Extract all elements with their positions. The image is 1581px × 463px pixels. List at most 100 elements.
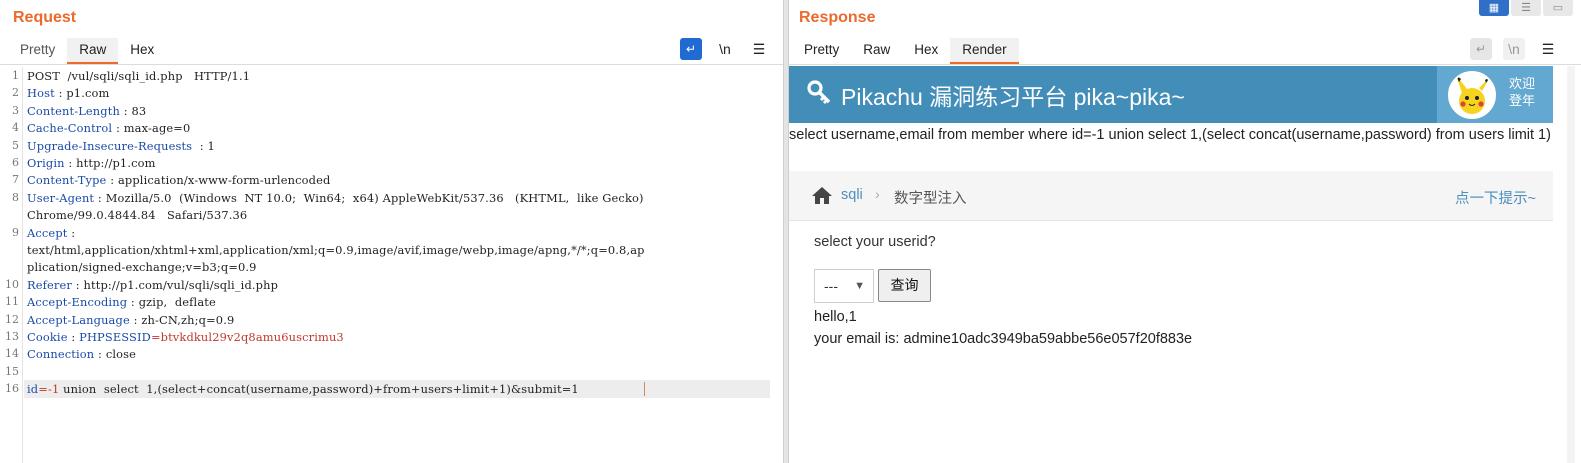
render-scrollbar[interactable] [1567, 66, 1575, 463]
tabs-divider [789, 64, 1581, 65]
request-line: Referer : http://p1.com/vul/sqli/sqli_id… [27, 278, 278, 292]
header-name: Referer [27, 277, 72, 292]
header-separator: : [54, 86, 67, 101]
header-separator: : [129, 312, 142, 327]
request-editor[interactable]: 1 2 3 4 5 6 7 8 9 10 11 12 13 14 15 16 POST /vul/sqli/s… [0, 67, 781, 463]
userid-question: select your userid? [814, 234, 936, 250]
header-name: Content-Type [27, 173, 107, 188]
header-separator: : [67, 330, 80, 344]
breadcrumb-current: 数字型注入 [894, 191, 967, 207]
request-tab-raw[interactable]: Raw [67, 38, 119, 64]
line-text: gzip, deflate [138, 295, 216, 310]
response-tab-hex[interactable]: Hex [902, 38, 950, 64]
site-title[interactable]: Pikachu 漏洞练习平台 pika~pika~ [841, 78, 1185, 112]
header-separator: : [192, 138, 208, 153]
line-number: 4 [12, 121, 19, 135]
rendered-page: Pikachu 漏洞练习平台 pika~pika~ 欢迎 登年 select u… [789, 66, 1555, 463]
header-name: Cache-Control [27, 121, 113, 136]
line-text: text/html,application/xhtml+xml,applicat… [27, 243, 645, 257]
show-newlines-icon[interactable]: \n [1503, 38, 1525, 60]
menu-icon[interactable]: ☰ [1537, 38, 1559, 60]
header-name: User-Agent [27, 190, 95, 205]
header-separator: : [94, 190, 106, 205]
response-pane: Response ▦ ☰ ▭ Pretty Raw Hex Render ↵ \… [789, 0, 1581, 463]
burp-repeater-view: Request Pretty Raw Hex ↵ \n ☰ 1234567891… [0, 0, 1581, 463]
line-text: plication/signed-exchange;v=b3;q=0.9 [27, 260, 257, 275]
line-number: 11 [5, 295, 19, 309]
line-text: union select 1,(select+concat(username,p… [59, 382, 579, 397]
request-line: plication/signed-exchange;v=b3;q=0.9 [27, 260, 257, 274]
header-name: Cookie [27, 330, 68, 344]
word-wrap-icon[interactable]: ↵ [1470, 38, 1492, 60]
show-newlines-icon[interactable]: \n [714, 38, 736, 60]
header-separator: : [127, 295, 139, 310]
request-tab-pretty[interactable]: Pretty [8, 38, 67, 64]
header-separator: : [112, 121, 124, 136]
header-name: Upgrade-Insecure-Requests [27, 138, 193, 153]
line-number: 13 [5, 330, 19, 343]
header-separator: : [64, 156, 77, 170]
request-line: Cookie : PHPSESSID=btvkdkul29v2q8amu6usc… [27, 330, 344, 344]
menu-icon[interactable]: ☰ [748, 38, 770, 60]
response-tabs: Pretty Raw Hex Render [792, 38, 1019, 64]
request-line: text/html,application/xhtml+xml,applicat… [27, 243, 645, 257]
line-text: Mozilla/5.0 (Windows NT 10.0; Win64; x64… [105, 190, 644, 205]
request-line: Origin : http://p1.com [27, 156, 156, 170]
response-tab-pretty[interactable]: Pretty [792, 38, 851, 64]
line-number: 7 [12, 173, 19, 187]
line-text: application/x-www-form-urlencoded [117, 173, 331, 188]
line-number: 6 [12, 156, 19, 169]
header-separator: : [71, 277, 84, 292]
horizontal-layout-icon[interactable]: ☰ [1511, 0, 1541, 16]
word-wrap-icon[interactable]: ↵ [680, 38, 702, 60]
request-tab-hex[interactable]: Hex [118, 38, 166, 64]
line-number: 16 [5, 382, 19, 396]
response-tab-render[interactable]: Render [950, 38, 1019, 64]
header-name: Accept [27, 225, 68, 240]
line-number: 2 [12, 86, 19, 100]
vertical-layout-icon[interactable]: ▭ [1543, 0, 1573, 16]
breadcrumb-separator: › [875, 186, 880, 202]
request-tabs: Pretty Raw Hex [8, 38, 166, 64]
layout-toggle: ▦ ☰ ▭ [1479, 0, 1573, 16]
request-line: id=-1 union select 1,(select+concat(user… [27, 382, 579, 396]
sql-query-echo: select username,email from member where … [789, 127, 1551, 143]
hint-link[interactable]: 点一下提示~ [1455, 187, 1536, 208]
header-name: id [27, 382, 39, 397]
line-text: zh-CN,zh;q=0.9 [141, 312, 235, 327]
request-line: Cache-Control : max-age=0 [27, 121, 190, 135]
request-pane: Request Pretty Raw Hex ↵ \n ☰ 1234567891… [0, 0, 783, 463]
line-number: 1 [12, 69, 19, 82]
line-text: 83 [131, 103, 147, 118]
avatar [1448, 71, 1496, 119]
tabs-divider [0, 64, 783, 65]
request-line: Content-Length : 83 [27, 104, 146, 118]
request-line: Accept-Language : zh-CN,zh;q=0.9 [27, 313, 234, 327]
header-name: Origin [27, 156, 65, 170]
query-button[interactable]: 查询 [878, 269, 931, 302]
request-line: Host : p1.com [27, 86, 109, 100]
userid-select[interactable]: --- ▼ [814, 269, 874, 303]
user-menu[interactable]: 欢迎 登年 [1437, 66, 1553, 123]
line-text: http://p1.com/vul/sqli/sqli_id.php [83, 277, 279, 292]
split-layout-icon[interactable]: ▦ [1479, 0, 1509, 16]
request-line: Upgrade-Insecure-Requests : 1 [27, 139, 215, 153]
welcome-text: 欢迎 登年 [1509, 76, 1536, 108]
line-text: http://p1.com [76, 156, 156, 170]
line-text: p1.com [66, 86, 110, 101]
userid-select-value: --- [824, 278, 838, 294]
line-number: 8 [12, 190, 19, 204]
line-number: 15 [5, 364, 19, 378]
text-caret [644, 382, 645, 396]
breadcrumb-link-sqli[interactable]: sqli [841, 187, 863, 203]
request-line: Content-Type : application/x-www-form-ur… [27, 173, 330, 187]
response-tab-raw[interactable]: Raw [851, 38, 902, 64]
line-number: 14 [5, 347, 19, 361]
response-title: Response [799, 9, 876, 26]
request-title: Request [13, 9, 77, 26]
line-number: 3 [12, 103, 19, 117]
line-text: close [105, 347, 137, 362]
param-value: =-1 [38, 382, 60, 397]
home-icon[interactable] [811, 186, 833, 210]
request-line: Accept : [27, 226, 79, 240]
